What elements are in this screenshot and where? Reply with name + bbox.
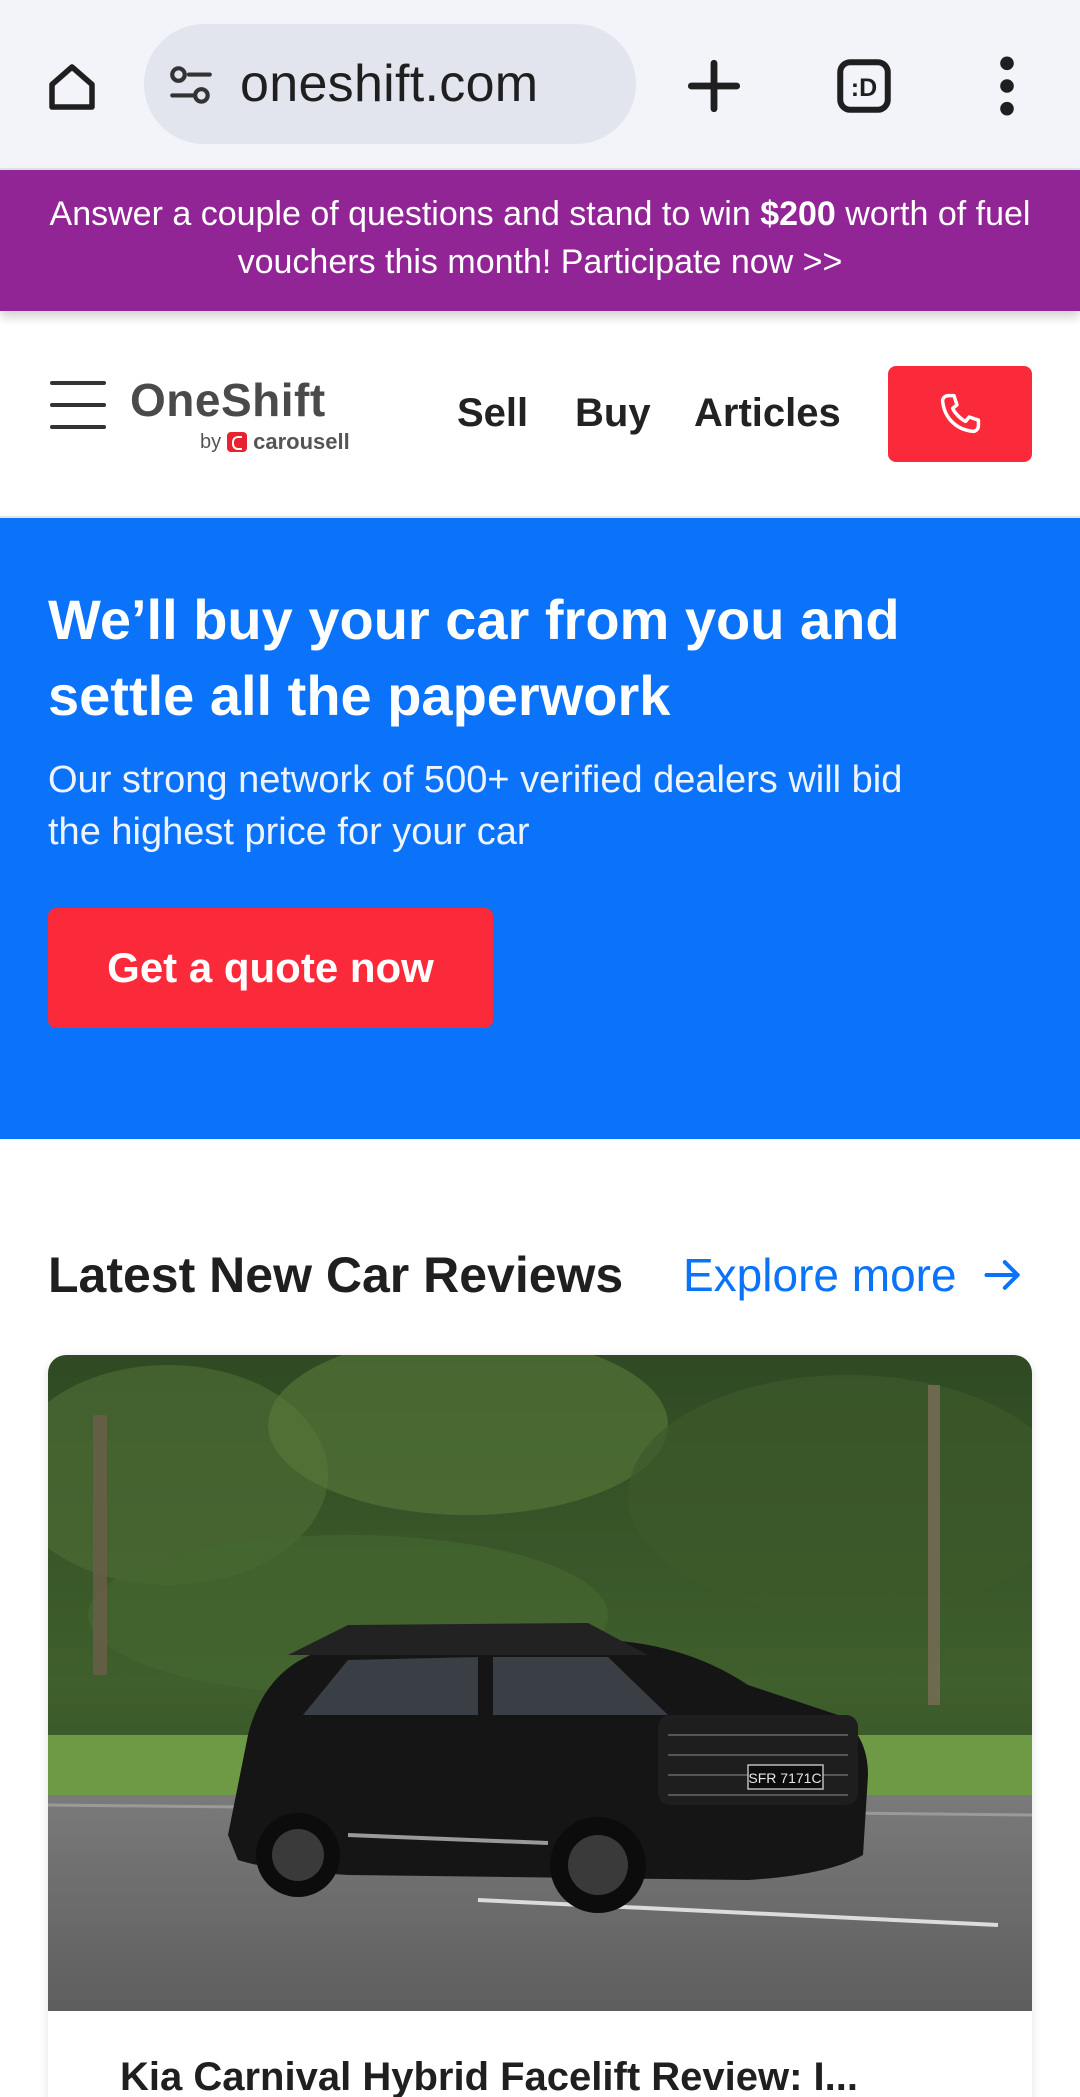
nav-sell[interactable]: Sell	[457, 391, 528, 436]
logo-byline: by carousell	[200, 429, 350, 455]
explore-more-link[interactable]: Explore more	[683, 1248, 1025, 1302]
explore-more-label: Explore more	[683, 1249, 957, 1301]
hero-subtitle: Our strong network of 500+ verified deal…	[48, 759, 903, 853]
url-text[interactable]: oneshift.com	[240, 54, 538, 114]
hero-section: We’ll buy your car from you and settle a…	[0, 518, 1080, 1139]
promo-banner[interactable]: Answer a couple of questions and stand t…	[0, 170, 1080, 311]
section-title: Latest New Car Reviews	[48, 1247, 624, 1303]
get-quote-button[interactable]: Get a quote now	[48, 908, 493, 1028]
review-title[interactable]: Kia Carnival Hybrid Facelift Review: I..…	[120, 2055, 858, 2097]
arrow-right-icon	[984, 1260, 1020, 1290]
logo-brand: carousell	[253, 429, 350, 454]
promo-text-before: Answer a couple of questions and stand t…	[49, 195, 761, 233]
promo-prize: $200	[760, 195, 836, 233]
oneshift-logo[interactable]: OneShift by carousell	[130, 373, 350, 454]
tab-switcher-label: :D	[851, 74, 877, 102]
nav-buy[interactable]: Buy	[575, 391, 651, 436]
more-vert-icon[interactable]	[990, 52, 1024, 120]
tab-switcher-icon[interactable]: :D	[834, 56, 894, 116]
site-header: OneShift by carousell Sell Buy Articles	[0, 311, 1080, 518]
plus-icon[interactable]	[680, 52, 748, 120]
hero-title: We’ll buy your car from you and settle a…	[48, 588, 900, 727]
phone-icon	[940, 393, 981, 434]
browser-toolbar: oneshift.com :D	[0, 0, 1080, 170]
hamburger-menu-icon[interactable]	[50, 381, 106, 431]
tune-icon[interactable]	[166, 60, 216, 110]
call-button[interactable]	[888, 366, 1032, 462]
review-card[interactable]: SFR 7171C Kia Carnival Hybrid Facelift R…	[48, 1355, 1032, 2097]
home-icon[interactable]	[38, 54, 106, 120]
car-photo[interactable]: SFR 7171C	[48, 1355, 1032, 2011]
logo-by: by	[200, 430, 222, 453]
nav-articles[interactable]: Articles	[694, 391, 841, 436]
carousell-icon	[227, 432, 248, 452]
license-plate: SFR 7171C	[748, 1770, 821, 1786]
address-bar[interactable]: oneshift.com	[144, 24, 636, 144]
logo-text: OneShift	[130, 374, 326, 426]
